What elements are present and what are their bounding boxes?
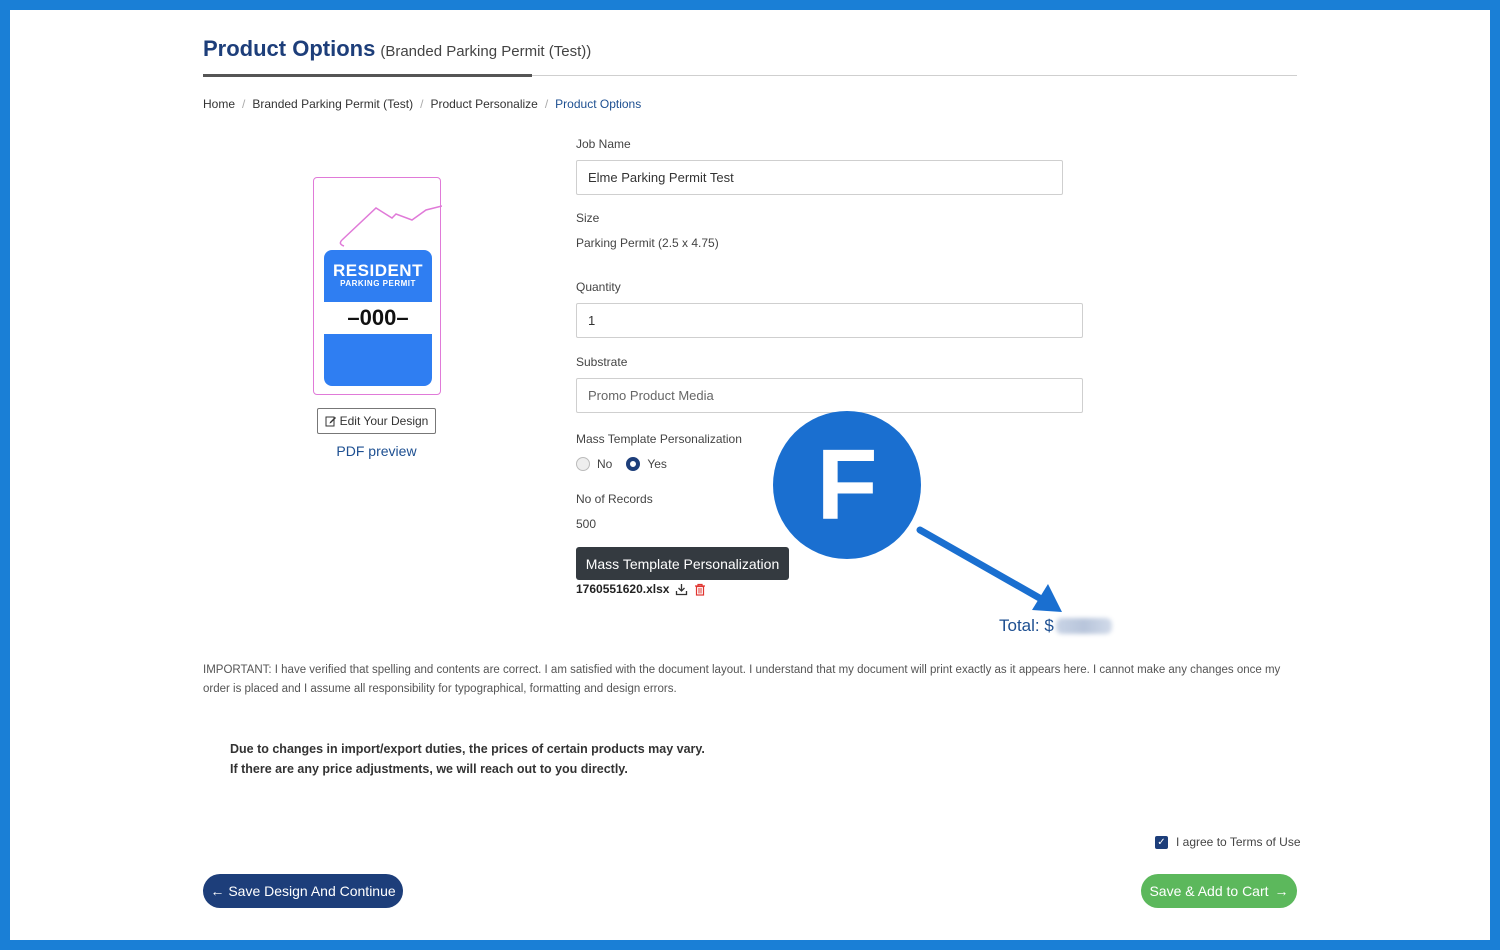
important-disclaimer: IMPORTANT: I have verified that spelling…	[203, 664, 1281, 695]
radio-no-label: No	[597, 457, 613, 471]
radio-yes-label: Yes	[647, 457, 667, 471]
quantity-label: Quantity	[576, 280, 621, 294]
price-notice-line2: If there are any price adjustments, we w…	[230, 761, 628, 776]
substrate-select[interactable]: Promo Product Media	[576, 378, 1083, 413]
header-underline	[203, 74, 532, 77]
radio-no[interactable]	[576, 457, 590, 471]
edit-design-button[interactable]: Edit Your Design	[317, 408, 436, 434]
save-add-to-cart-button[interactable]: Save & Add to Cart →	[1141, 874, 1297, 908]
permit-header-band: RESIDENT PARKING PERMIT	[324, 250, 432, 302]
terms-label: I agree to Terms of Use	[1176, 835, 1301, 849]
uploaded-file-row: 1760551620.xlsx	[576, 582, 706, 596]
breadcrumb-current: Product Options	[555, 97, 642, 111]
trash-icon[interactable]	[694, 583, 706, 596]
permit-subtitle: PARKING PERMIT	[340, 279, 416, 288]
blurred-total-amount	[1055, 618, 1112, 634]
product-preview-image: RESIDENT PARKING PERMIT –000–	[313, 177, 442, 395]
terms-agreement[interactable]: ✓ I agree to Terms of Use	[1155, 835, 1301, 849]
callout-arrow-icon	[916, 526, 1062, 612]
radio-yes[interactable]	[626, 457, 641, 471]
permit-number: –000–	[324, 302, 432, 334]
breadcrumb-home[interactable]: Home	[203, 97, 235, 111]
edit-design-label: Edit Your Design	[339, 414, 429, 428]
permit-footer-band	[324, 334, 432, 386]
records-value: 500	[576, 517, 597, 531]
arrow-left-icon: ←	[210, 883, 225, 899]
breadcrumb: Home / Branded Parking Permit (Test) / P…	[203, 97, 641, 111]
job-name-label: Job Name	[576, 137, 631, 151]
callout-badge: F	[773, 411, 921, 559]
breadcrumb-personalize[interactable]: Product Personalize	[430, 97, 537, 111]
page-subtitle: (Branded Parking Permit (Test))	[380, 43, 592, 60]
quantity-input[interactable]: 1	[576, 303, 1083, 338]
page-title: Product Options (Branded Parking Permit (…	[203, 36, 591, 62]
size-value: Parking Permit (2.5 x 4.75)	[576, 236, 719, 250]
edit-icon	[325, 416, 336, 427]
page-header: Product Options (Branded Parking Permit (…	[203, 36, 1297, 77]
save-design-continue-label: Save Design And Continue	[228, 883, 396, 899]
hanger-cutout-shape	[339, 205, 442, 247]
pdf-preview-link[interactable]: PDF preview	[317, 443, 436, 459]
file-name: 1760551620.xlsx	[576, 582, 670, 596]
records-label: No of Records	[576, 492, 653, 506]
breadcrumb-separator: /	[242, 97, 246, 111]
size-label: Size	[576, 211, 600, 225]
terms-checkbox[interactable]: ✓	[1155, 835, 1168, 849]
download-icon[interactable]	[675, 583, 688, 596]
arrow-right-icon: →	[1274, 883, 1289, 899]
price-notice-line1: Due to changes in import/export duties, …	[230, 742, 705, 756]
save-add-to-cart-label: Save & Add to Cart	[1149, 883, 1269, 899]
breadcrumb-product[interactable]: Branded Parking Permit (Test)	[252, 97, 413, 111]
page-frame: Product Options (Branded Parking Permit (…	[10, 10, 1490, 940]
mass-template-label: Mass Template Personalization	[576, 432, 742, 446]
page-title-text: Product Options	[203, 36, 376, 61]
mass-template-button[interactable]: Mass Template Personalization	[576, 547, 789, 580]
job-name-input[interactable]: Elme Parking Permit Test	[576, 160, 1063, 195]
save-design-continue-button[interactable]: ← Save Design And Continue	[203, 874, 403, 908]
mass-template-radio-group: No Yes	[576, 457, 667, 471]
substrate-label: Substrate	[576, 355, 628, 369]
permit-title: RESIDENT	[333, 261, 423, 280]
breadcrumb-separator: /	[420, 97, 424, 111]
price-notice: Due to changes in import/export duties, …	[230, 740, 705, 779]
breadcrumb-separator: /	[544, 97, 549, 111]
